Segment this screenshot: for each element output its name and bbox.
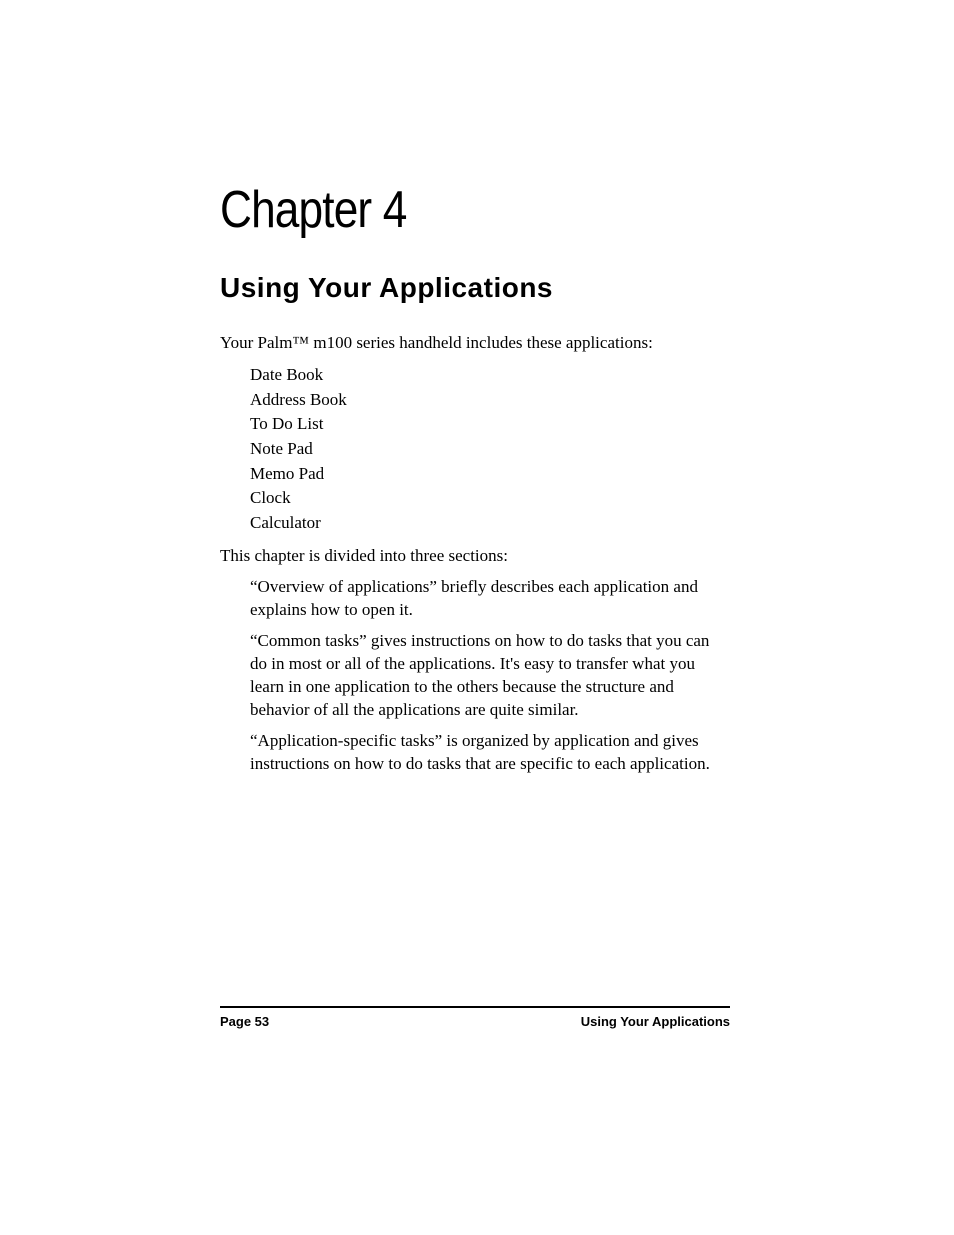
list-item: “Common tasks” gives instructions on how… [250, 630, 730, 722]
intro-text: Your Palm™ m100 series handheld includes… [220, 332, 730, 355]
list-item: Clock [250, 486, 730, 511]
section-title: Using Your Applications [220, 272, 730, 304]
list-item: Date Book [250, 363, 730, 388]
section-description-list: “Overview of applications” briefly descr… [220, 576, 730, 776]
list-item: Address Book [250, 388, 730, 413]
chapter-title: Chapter 4 [220, 180, 654, 240]
list-item: “Application-specific tasks” is organize… [250, 730, 730, 776]
page-content: Chapter 4 Using Your Applications Your P… [220, 180, 730, 784]
application-list: Date Book Address Book To Do List Note P… [220, 363, 730, 535]
footer-section-label: Using Your Applications [581, 1014, 730, 1029]
list-item: “Overview of applications” briefly descr… [250, 576, 730, 622]
list-item: Note Pad [250, 437, 730, 462]
list-item: Memo Pad [250, 462, 730, 487]
list-item: Calculator [250, 511, 730, 536]
divider-text: This chapter is divided into three secti… [220, 545, 730, 568]
list-item: To Do List [250, 412, 730, 437]
page-number: Page 53 [220, 1014, 269, 1029]
page-footer: Page 53 Using Your Applications [220, 1006, 730, 1029]
